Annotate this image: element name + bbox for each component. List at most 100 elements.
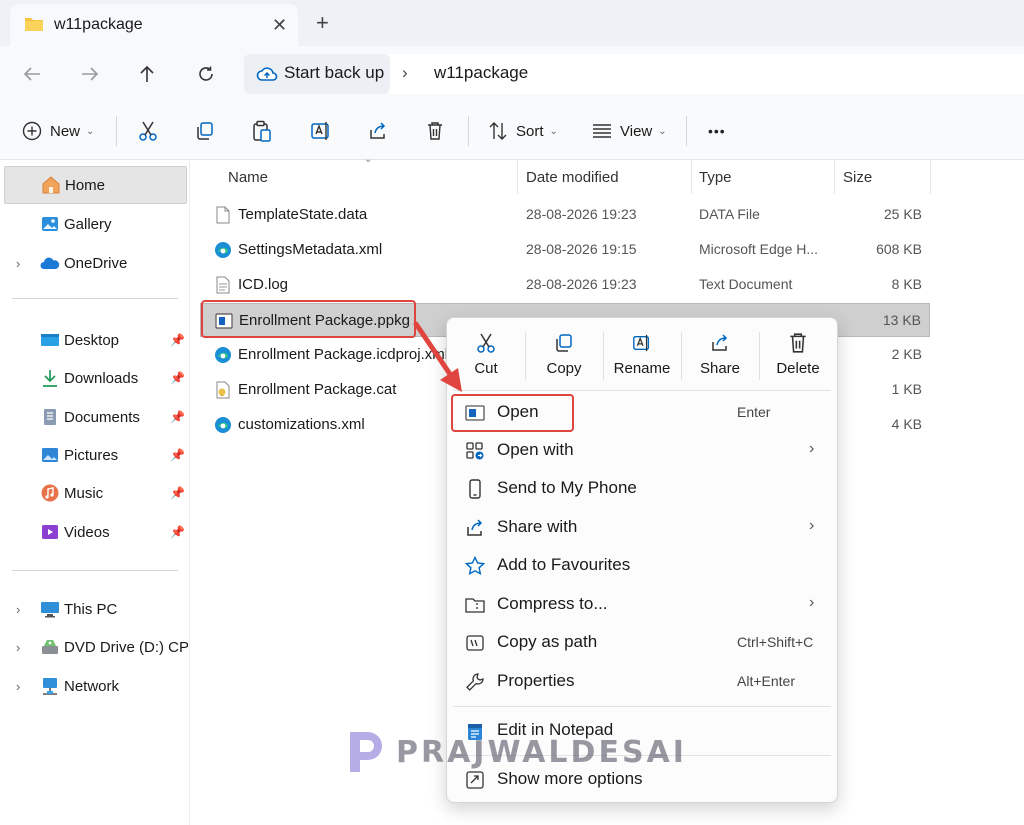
sidebar-item-pictures[interactable]: Pictures 📌 — [0, 436, 190, 474]
chevron-right-icon[interactable]: › — [16, 256, 20, 271]
column-header-size[interactable]: Size — [843, 160, 872, 194]
chevron-right-icon[interactable]: › — [402, 63, 408, 83]
menu-item-send-to-phone[interactable]: Send to My Phone — [451, 470, 833, 508]
context-copy-button[interactable]: Copy — [527, 326, 601, 388]
file-type: DATA File — [699, 206, 760, 222]
context-share-button[interactable]: Share — [683, 326, 757, 388]
file-date: 28-08-2026 19:23 — [526, 206, 637, 222]
music-icon — [41, 484, 59, 502]
share-icon — [712, 334, 728, 351]
back-button[interactable] — [20, 62, 44, 86]
breadcrumb-w11package[interactable]: w11package — [434, 63, 528, 83]
view-icon — [593, 124, 611, 138]
column-divider[interactable] — [517, 160, 518, 194]
new-tab-button[interactable]: + — [316, 12, 329, 34]
chevron-down-icon: ⌄ — [86, 125, 95, 137]
column-header-type[interactable]: Type — [699, 160, 732, 194]
sidebar-item-videos[interactable]: Videos 📌 — [0, 513, 190, 551]
tab-bar: w11package ✕ + — [0, 0, 1024, 46]
command-bar: New ⌄ Sort ⌄ View ⌄ ••• — [0, 102, 1024, 160]
address-bar[interactable]: Start back up › w11package — [244, 54, 1024, 94]
menu-item-properties[interactable]: Properties Alt+Enter — [451, 663, 833, 701]
up-button[interactable] — [135, 62, 159, 86]
chevron-right-icon[interactable]: › — [16, 640, 20, 655]
copy-icon — [197, 122, 213, 140]
file-size: 4 KB — [891, 416, 922, 432]
chevron-right-icon[interactable]: › — [16, 602, 20, 617]
star-icon — [465, 556, 485, 576]
sidebar-item-this-pc[interactable]: › This PC — [0, 590, 190, 628]
file-row[interactable]: SettingsMetadata.xml 28-08-2026 19:15 Mi… — [200, 233, 930, 267]
menu-item-open-with[interactable]: Open with › — [451, 432, 833, 470]
breadcrumb-root[interactable]: Start back up — [244, 54, 390, 94]
menu-item-label: Open with — [497, 440, 574, 459]
paste-button[interactable] — [252, 102, 272, 160]
tab-w11package[interactable]: w11package ✕ — [10, 4, 298, 46]
highlight-box — [451, 394, 574, 432]
gallery-icon — [42, 217, 58, 231]
menu-item-label: Add to Favourites — [497, 555, 631, 574]
more-options-button[interactable]: ••• — [708, 102, 726, 160]
pin-icon[interactable]: 📌 — [170, 448, 185, 462]
pin-icon[interactable]: 📌 — [170, 333, 185, 347]
divider — [12, 570, 178, 571]
sort-icon — [489, 122, 507, 140]
pin-icon[interactable]: 📌 — [170, 525, 185, 539]
network-icon — [43, 678, 57, 695]
sidebar-item-onedrive[interactable]: › OneDrive — [0, 244, 190, 282]
context-delete-button[interactable]: Delete — [761, 326, 835, 388]
sort-button[interactable]: Sort ⌄ — [488, 102, 558, 160]
refresh-button[interactable] — [194, 62, 218, 86]
sidebar-item-gallery[interactable]: Gallery — [0, 205, 190, 243]
menu-item-copy-as-path[interactable]: Copy as path Ctrl+Shift+C — [451, 624, 833, 662]
menu-item-share-with[interactable]: Share with › — [451, 509, 833, 547]
sidebar-item-home[interactable]: Home — [4, 166, 187, 204]
column-divider[interactable] — [834, 160, 835, 194]
sidebar-item-dvd-drive[interactable]: › DVD Drive (D:) CPBA — [0, 628, 190, 666]
wrench-icon — [466, 673, 484, 691]
trash-icon — [790, 333, 806, 353]
file-name: customizations.xml — [238, 416, 365, 433]
breadcrumb-start-back-up[interactable]: Start back up — [284, 63, 384, 83]
chevron-right-icon[interactable]: › — [16, 679, 20, 694]
file-row[interactable]: TemplateState.data 28-08-2026 19:23 DATA… — [200, 198, 930, 232]
sidebar-label: This PC — [64, 600, 118, 618]
column-divider[interactable] — [930, 160, 931, 194]
tab-title: w11package — [54, 16, 143, 33]
copy-button[interactable] — [195, 102, 215, 160]
cloud-backup-icon — [256, 67, 278, 81]
cut-button[interactable] — [138, 102, 158, 160]
forward-button[interactable] — [78, 62, 102, 86]
file-row[interactable]: ICD.log 28-08-2026 19:23 Text Document 8… — [200, 268, 930, 302]
sidebar-label: Home — [65, 176, 106, 194]
sidebar-item-documents[interactable]: Documents 📌 — [0, 398, 190, 436]
view-button[interactable]: View ⌄ — [592, 102, 667, 160]
menu-item-label: Compress to... — [497, 594, 608, 613]
menu-item-compress-to[interactable]: Compress to... › — [451, 586, 833, 624]
delete-button[interactable] — [426, 102, 444, 160]
menu-item-label: Send to My Phone — [497, 478, 637, 497]
file-size: 8 KB — [891, 276, 922, 292]
menu-item-add-to-favourites[interactable]: Add to Favourites — [451, 547, 833, 585]
pictures-icon — [42, 448, 58, 462]
sidebar-item-downloads[interactable]: Downloads 📌 — [0, 359, 190, 397]
rename-button[interactable] — [310, 102, 332, 160]
sidebar-item-desktop[interactable]: Desktop 📌 — [0, 321, 190, 359]
sidebar-item-network[interactable]: › Network — [0, 667, 190, 705]
trash-icon — [428, 122, 442, 140]
column-header-name[interactable]: Name — [228, 160, 268, 194]
context-rename-button[interactable]: Rename — [605, 326, 679, 388]
column-header-date[interactable]: Date modified — [526, 160, 619, 194]
menu-item-label: Copy as path — [497, 632, 598, 651]
edge-file-icon — [215, 417, 231, 433]
share-button[interactable] — [368, 102, 388, 160]
sidebar-item-music[interactable]: Music 📌 — [0, 474, 190, 512]
pin-icon[interactable]: 📌 — [170, 371, 185, 385]
dvd-drive-icon — [42, 640, 58, 654]
new-button[interactable]: New ⌄ — [22, 102, 94, 160]
column-divider[interactable] — [691, 160, 692, 194]
pin-icon[interactable]: 📌 — [170, 486, 185, 500]
sidebar-label: Gallery — [64, 215, 112, 233]
pin-icon[interactable]: 📌 — [170, 410, 185, 424]
tab-close-icon[interactable]: ✕ — [272, 15, 287, 36]
